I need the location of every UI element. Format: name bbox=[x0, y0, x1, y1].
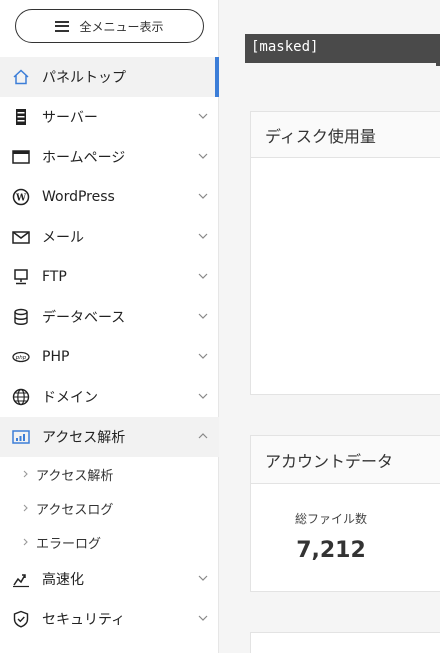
globe-icon bbox=[12, 388, 30, 406]
sidebar-item-wordpress[interactable]: W WordPress bbox=[0, 177, 219, 217]
sidebar-item-homepage[interactable]: ホームページ bbox=[0, 137, 219, 177]
server-icon bbox=[12, 108, 30, 126]
chevron-right-icon bbox=[23, 538, 28, 546]
total-files-value: 7,212 bbox=[296, 538, 366, 563]
sidebar-item-mail[interactable]: メール bbox=[0, 217, 219, 257]
wordpress-icon: W bbox=[12, 188, 30, 206]
sidebar-item-speed-up[interactable]: 高速化 bbox=[0, 559, 219, 599]
sidebar-item-label: メール bbox=[42, 230, 84, 246]
main-content: [masked] ディスク使用量 アカウントデータ 総ファイル数 7,212 bbox=[219, 0, 440, 653]
envelope-icon bbox=[12, 228, 30, 246]
subnav-item-label: エラーログ bbox=[36, 536, 102, 552]
masked-header-bar: [masked] bbox=[245, 34, 440, 66]
chevron-down-icon bbox=[198, 575, 208, 581]
sidebar-item-domain[interactable]: ドメイン bbox=[0, 377, 219, 417]
sidebar-item-access-analysis[interactable]: アクセス解析 bbox=[0, 417, 219, 457]
all-menu-button[interactable]: 全メニュー表示 bbox=[15, 9, 204, 43]
sidebar-item-label: データベース bbox=[42, 310, 126, 326]
svg-text:W: W bbox=[15, 194, 27, 204]
database-icon bbox=[12, 308, 30, 326]
chevron-up-icon bbox=[198, 433, 208, 439]
subnav-item-label: アクセスログ bbox=[36, 502, 114, 518]
php-icon: php bbox=[12, 348, 30, 366]
sidebar-item-label: セキュリティ bbox=[42, 612, 126, 628]
shield-icon bbox=[12, 610, 30, 628]
all-menu-button-label: 全メニュー表示 bbox=[79, 19, 164, 34]
sidebar-item-label: PHP bbox=[42, 349, 70, 365]
disk-usage-title: ディスク使用量 bbox=[251, 112, 440, 158]
browser-window-icon bbox=[12, 148, 30, 166]
account-data-title: アカウントデータ bbox=[251, 436, 440, 484]
sidebar-item-server[interactable]: サーバー bbox=[0, 97, 219, 137]
home-icon bbox=[12, 68, 30, 86]
hamburger-icon bbox=[55, 20, 70, 32]
sidebar-item-label: ドメイン bbox=[42, 390, 98, 406]
chevron-down-icon bbox=[198, 273, 208, 279]
sidebar-item-security[interactable]: セキュリティ bbox=[0, 599, 219, 639]
chevron-right-icon bbox=[23, 470, 28, 478]
subnav-item-access-analysis[interactable]: アクセス解析 bbox=[0, 457, 219, 491]
sidebar-item-label: サーバー bbox=[42, 110, 98, 126]
sidebar-item-ftp[interactable]: FTP bbox=[0, 257, 219, 297]
sidebar-item-panel-top[interactable]: パネルトップ bbox=[0, 57, 219, 97]
sidebar-item-label: WordPress bbox=[42, 189, 115, 205]
sidebar-item-label: FTP bbox=[42, 269, 67, 285]
svg-text:php: php bbox=[15, 355, 27, 361]
subnav-item-access-log[interactable]: アクセスログ bbox=[0, 491, 219, 525]
next-card bbox=[250, 632, 440, 653]
speed-icon bbox=[12, 570, 30, 588]
sidebar-item-label: アクセス解析 bbox=[42, 430, 126, 446]
sidebar-nav: パネルトップ サーバー ホームページ W WordPress メール FTP デ… bbox=[0, 57, 219, 639]
sidebar: 全メニュー表示 パネルトップ サーバー ホームページ W WordPress メ… bbox=[0, 0, 219, 653]
chevron-down-icon bbox=[198, 233, 208, 239]
account-data-card: アカウントデータ 総ファイル数 7,212 bbox=[250, 435, 440, 592]
subnav-item-error-log[interactable]: エラーログ bbox=[0, 525, 219, 559]
chevron-down-icon bbox=[198, 313, 208, 319]
sidebar-item-label: 高速化 bbox=[42, 572, 84, 588]
bar-chart-icon bbox=[12, 428, 30, 446]
sidebar-item-php[interactable]: php PHP bbox=[0, 337, 219, 377]
chevron-down-icon bbox=[198, 153, 208, 159]
chevron-down-icon bbox=[198, 393, 208, 399]
subnav-item-label: アクセス解析 bbox=[36, 468, 114, 484]
chevron-down-icon bbox=[198, 193, 208, 199]
ftp-computer-icon bbox=[12, 268, 30, 286]
chevron-down-icon bbox=[198, 353, 208, 359]
sidebar-item-database[interactable]: データベース bbox=[0, 297, 219, 337]
total-files-label: 総ファイル数 bbox=[294, 512, 367, 526]
chevron-down-icon bbox=[198, 113, 208, 119]
chevron-down-icon bbox=[198, 615, 208, 621]
chevron-right-icon bbox=[23, 504, 28, 512]
sidebar-item-label: ホームページ bbox=[42, 150, 126, 166]
sidebar-item-label: パネルトップ bbox=[42, 70, 126, 86]
disk-usage-card: ディスク使用量 bbox=[250, 111, 440, 395]
